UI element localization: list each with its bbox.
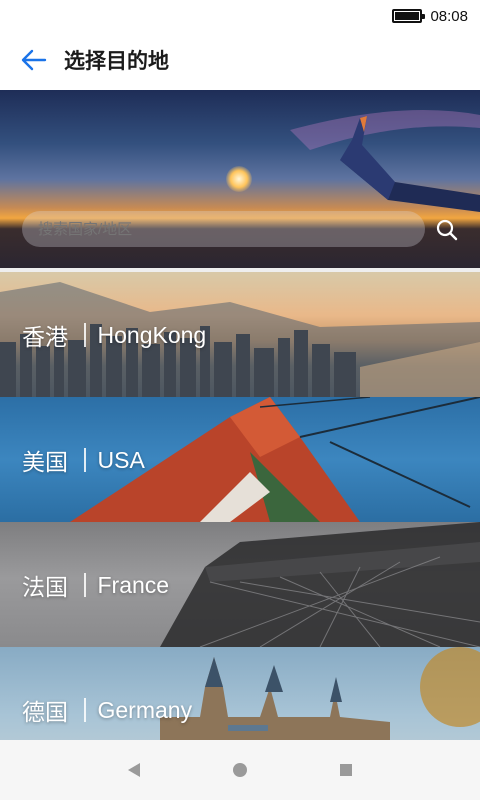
sunset-sun — [226, 166, 252, 192]
nav-home-icon — [233, 763, 247, 777]
back-arrow-icon — [21, 49, 47, 71]
destination-label: 美国 USA — [22, 443, 145, 477]
destination-label: 德国 Germany — [22, 693, 192, 727]
nav-home-button[interactable] — [230, 760, 250, 780]
destination-name-en: HongKong — [97, 321, 207, 348]
status-time: 08:08 — [430, 7, 468, 25]
nav-recents-icon — [340, 764, 352, 776]
label-separator — [84, 448, 86, 472]
destination-item-germany[interactable]: 德国 Germany — [0, 647, 480, 740]
nav-back-button[interactable] — [124, 760, 144, 780]
airplane-wing-image — [290, 110, 480, 212]
destination-label: 香港 HongKong — [22, 318, 206, 352]
label-separator — [84, 323, 86, 347]
search-icon[interactable] — [434, 217, 460, 243]
destination-name-en: USA — [97, 446, 145, 473]
nav-recents-button[interactable] — [336, 760, 356, 780]
destination-name-en: Germany — [97, 696, 193, 723]
system-nav-bar — [0, 740, 480, 800]
destination-item-hongkong[interactable]: 香港 HongKong — [0, 272, 480, 397]
destination-name-cn: 香港 — [22, 325, 68, 351]
page-title: 选择目的地 — [64, 49, 169, 73]
destination-name-cn: 德国 — [22, 700, 68, 726]
destination-name-en: France — [97, 571, 170, 598]
label-separator — [84, 698, 86, 722]
back-button[interactable] — [6, 32, 62, 88]
destination-name-cn: 美国 — [22, 450, 68, 476]
app-bar: 选择目的地 — [0, 32, 480, 88]
destination-name-cn: 法国 — [22, 575, 68, 601]
destination-list: 香港 HongKong 美国 USA 法国 France 德国 Germany — [0, 272, 480, 740]
status-bar: 08:08 — [0, 0, 480, 32]
hero-banner — [0, 90, 480, 268]
battery-full-icon — [392, 9, 426, 23]
search-input[interactable] — [22, 211, 425, 247]
label-separator — [84, 573, 86, 597]
nav-back-icon — [128, 763, 140, 777]
destination-item-france[interactable]: 法国 France — [0, 522, 480, 647]
destination-label: 法国 France — [22, 568, 169, 602]
destination-item-usa[interactable]: 美国 USA — [0, 397, 480, 522]
